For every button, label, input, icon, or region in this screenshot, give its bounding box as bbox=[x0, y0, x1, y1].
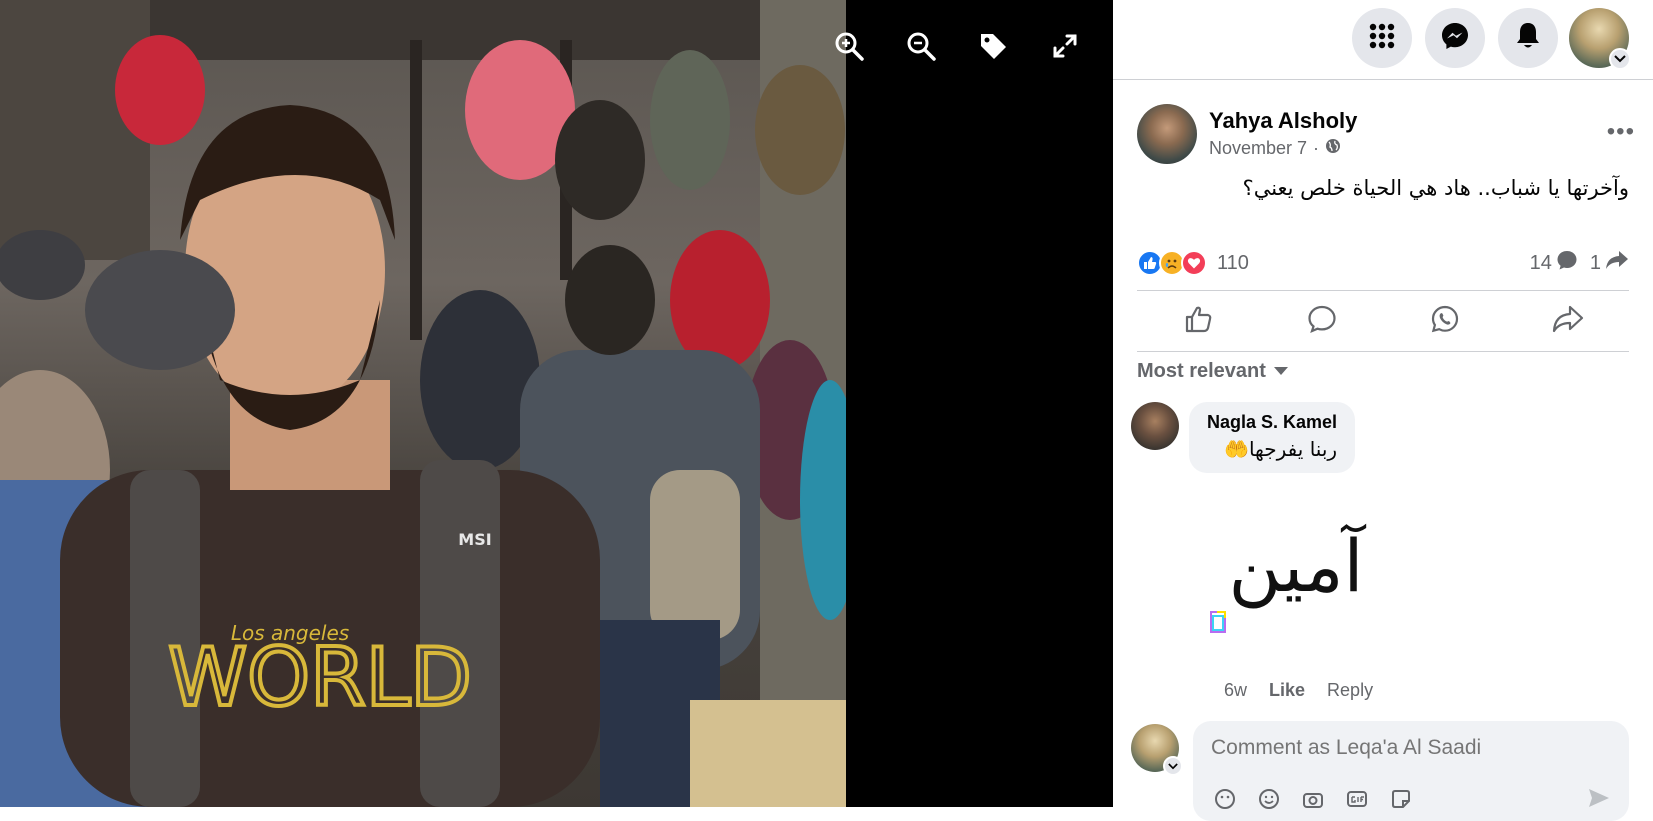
comment-like-button[interactable]: Like bbox=[1269, 680, 1305, 701]
gif-icon[interactable] bbox=[1345, 787, 1369, 811]
comment-bubble-icon bbox=[1556, 249, 1578, 277]
zoom-out-icon[interactable] bbox=[903, 28, 939, 64]
like-thumb-icon bbox=[1184, 304, 1214, 339]
composer-tools bbox=[1213, 787, 1413, 811]
chevron-down-icon bbox=[1609, 48, 1631, 70]
engagement-stats: 14 1 bbox=[1530, 249, 1629, 277]
post-date-text[interactable]: November 7 bbox=[1209, 138, 1307, 159]
tag-icon[interactable] bbox=[975, 28, 1011, 64]
post-date: November 7 · bbox=[1209, 138, 1341, 159]
menu-grid-icon bbox=[1368, 22, 1396, 55]
emoji-icon[interactable] bbox=[1257, 787, 1281, 811]
comment-reply-button[interactable]: Reply bbox=[1327, 680, 1373, 701]
share-icon bbox=[1552, 304, 1584, 339]
sort-label: Most relevant bbox=[1137, 360, 1266, 382]
whatsapp-share-button[interactable] bbox=[1415, 299, 1475, 343]
comment-button[interactable] bbox=[1292, 299, 1352, 343]
share-button[interactable] bbox=[1538, 299, 1598, 343]
comment-icon bbox=[1307, 304, 1337, 339]
comment-meta: 6w Like Reply bbox=[1224, 680, 1373, 701]
love-reaction-icon bbox=[1181, 250, 1207, 276]
photo-illustration: Los angeles WORLD MSI bbox=[0, 0, 846, 807]
share-arrow-icon bbox=[1605, 249, 1629, 277]
reactions-summary[interactable]: 110 bbox=[1137, 250, 1249, 276]
post-panel: Yahya Alsholy November 7 · ••• وآخرتها ي… bbox=[1113, 0, 1653, 821]
comments-count-value: 14 bbox=[1529, 251, 1552, 274]
comment-text: ربنا يفرجها🤲 bbox=[1224, 437, 1338, 461]
comment-gif[interactable]: آمين bbox=[1201, 486, 1401, 646]
comments-count[interactable]: 14 bbox=[1530, 249, 1578, 277]
post-header: Yahya Alsholy November 7 · ••• bbox=[1137, 104, 1653, 166]
avatar-sticker-icon[interactable] bbox=[1213, 787, 1237, 811]
reaction-count: 110 bbox=[1217, 251, 1249, 274]
like-button[interactable] bbox=[1169, 299, 1229, 343]
commenter-name[interactable]: Nagla S. Kamel bbox=[1207, 412, 1337, 433]
comment-bubble: Nagla S. Kamel ربنا يفرجها🤲 bbox=[1189, 402, 1356, 473]
post-stats: 110 14 1 bbox=[1137, 246, 1629, 280]
messenger-icon bbox=[1440, 21, 1470, 56]
camera-icon[interactable] bbox=[1301, 787, 1325, 811]
comment-composer bbox=[1193, 721, 1629, 821]
zoom-in-icon[interactable] bbox=[831, 28, 867, 64]
send-icon[interactable] bbox=[1587, 787, 1611, 814]
shares-count[interactable]: 1 bbox=[1590, 249, 1629, 277]
notifications-button[interactable] bbox=[1498, 8, 1558, 68]
date-separator: · bbox=[1313, 138, 1320, 158]
notifications-bell-icon bbox=[1514, 21, 1542, 56]
comment-sort-dropdown[interactable]: Most relevant bbox=[1137, 360, 1288, 383]
caret-down-icon bbox=[1273, 360, 1288, 383]
svg-text:WORLD: WORLD bbox=[168, 631, 472, 724]
top-navigation bbox=[1113, 0, 1653, 80]
menu-grid-button[interactable] bbox=[1352, 8, 1412, 68]
fullscreen-icon[interactable] bbox=[1047, 28, 1083, 64]
post-actions bbox=[1137, 290, 1629, 352]
svg-text:MSI: MSI bbox=[458, 530, 491, 549]
author-avatar[interactable] bbox=[1137, 104, 1197, 164]
more-options-icon[interactable]: ••• bbox=[1607, 118, 1635, 146]
post-photo[interactable]: Los angeles WORLD MSI bbox=[0, 0, 846, 807]
gif-text: آمين bbox=[1228, 523, 1366, 609]
messenger-button[interactable] bbox=[1425, 8, 1485, 68]
globe-icon bbox=[1325, 138, 1341, 159]
post-text: وآخرتها يا شباب.. هاد هي الحياة خلص يعني… bbox=[1242, 176, 1629, 200]
whatsapp-icon bbox=[1430, 304, 1460, 339]
comment-time[interactable]: 6w bbox=[1224, 680, 1247, 701]
account-avatar[interactable] bbox=[1569, 8, 1631, 70]
comment-input[interactable] bbox=[1211, 736, 1611, 760]
photo-viewer: Los angeles WORLD MSI bbox=[0, 0, 1113, 807]
shares-count-value: 1 bbox=[1589, 251, 1601, 274]
commenter-avatar[interactable] bbox=[1131, 402, 1179, 450]
viewer-toolbar bbox=[831, 28, 1083, 64]
sticker-icon[interactable] bbox=[1389, 787, 1413, 811]
author-name[interactable]: Yahya Alsholy bbox=[1209, 108, 1357, 134]
composer-avatar[interactable] bbox=[1131, 724, 1183, 776]
chevron-down-icon bbox=[1163, 756, 1183, 776]
